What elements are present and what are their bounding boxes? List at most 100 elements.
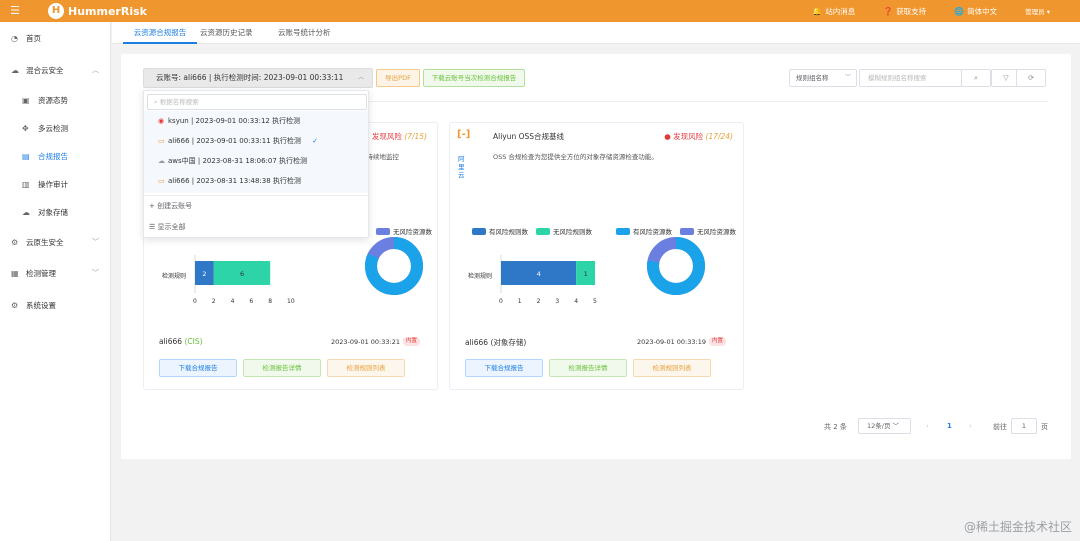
dropdown-option-selected[interactable]: ▭ ali666 | 2023-09-01 00:33:11 执行检测 ✓: [144, 131, 368, 151]
resource-donut-chart: [647, 237, 705, 295]
filter-icon: ▽: [1003, 74, 1009, 82]
tab-bar: 云资源合规报告 云资源历史记录 云账号统计分析: [112, 22, 1080, 44]
help-icon: ❓: [883, 6, 894, 16]
bar-safe-value: 6: [240, 270, 244, 278]
aliyun-icon: ▭: [158, 177, 165, 185]
bar-axis-label: 检测规则: [162, 272, 186, 280]
tab-history[interactable]: 云资源历史记录: [200, 22, 253, 44]
logo[interactable]: H HummerRisk: [48, 3, 147, 19]
x-tick-label: 0: [499, 298, 503, 305]
card-account: ali666 (对象存储): [465, 338, 527, 347]
risk-status: 发现风险 (7/15): [372, 131, 427, 142]
goto-page-input[interactable]: 1: [1011, 418, 1037, 434]
home-icon: ◔: [11, 33, 18, 43]
sidebar-item-multi-cloud[interactable]: ✥ 多云检测: [0, 118, 111, 138]
resource-donut-chart: [365, 237, 423, 295]
risk-label: 发现风险: [673, 132, 704, 141]
settings-icon: ⚙: [11, 300, 19, 310]
chevron-down-icon: ﹀: [92, 269, 99, 277]
support-link[interactable]: ❓ 获取支持: [883, 6, 926, 17]
account-dropdown: ⌕ 根据名称搜索 ◉ ksyun | 2023-09-01 00:33:12 执行…: [143, 90, 369, 238]
search-icon: ⌕: [974, 74, 978, 82]
sidebar-item-settings[interactable]: ⚙ 系统设置: [0, 295, 111, 315]
page-size-select[interactable]: 12条/页 ﹀: [858, 418, 911, 434]
sidebar-item-cloud-native[interactable]: ⚙ 云原生安全 ﹀: [0, 232, 111, 252]
x-tick-label: 5: [593, 298, 597, 305]
dropdown-option[interactable]: ☁ aws中国 | 2023-08-31 18:06:07 执行检测: [144, 151, 368, 171]
storage-icon: ☁: [22, 207, 30, 217]
next-page-button[interactable]: ›: [969, 422, 972, 430]
download-compliance-button[interactable]: 下载合规报告: [159, 359, 237, 377]
messages-link[interactable]: 🔔 站内消息: [812, 6, 855, 17]
sidebar-item-compliance-report[interactable]: ▤ 合规报告: [0, 146, 111, 166]
rule-list-button[interactable]: 检测规则列表: [633, 359, 711, 377]
card-account: ali666 (CIS): [159, 337, 203, 346]
x-tick-label: 1: [518, 298, 522, 305]
page-number[interactable]: 1: [947, 422, 952, 430]
download-compliance-button[interactable]: 下载合规报告: [465, 359, 543, 377]
rules-bar-chart: 检测规则 2 6 0 2 4 6 8 10: [162, 255, 295, 305]
create-account-link[interactable]: + 创建云账号: [149, 201, 192, 211]
report-card: [-] 阿里云 Aliyun OSS合规基线 ● 发现风险 (17/24) OS…: [449, 122, 744, 390]
x-tick-label: 3: [555, 298, 559, 305]
report-detail-button[interactable]: 检测报告详情: [549, 359, 627, 377]
chevron-down-icon: ﹀: [92, 238, 99, 246]
dropdown-search-input[interactable]: ⌕ 根据名称搜索: [147, 94, 367, 110]
aliyun-icon: ▭: [158, 137, 165, 145]
scan-icon: ✥: [22, 123, 29, 133]
refresh-icon: ⟳: [1028, 74, 1034, 82]
builtin-badge: 内置: [708, 337, 726, 346]
sidebar-item-detect-manage[interactable]: ▦ 检测管理 ﹀: [0, 263, 111, 283]
card-time: 2023-09-01 00:33:19 内置: [637, 337, 726, 346]
manage-icon: ▦: [11, 268, 19, 278]
dropdown-option[interactable]: ◉ ksyun | 2023-09-01 00:33:12 执行检测: [144, 111, 368, 131]
monitor-icon: ▣: [22, 95, 30, 105]
x-tick-label: 10: [287, 298, 295, 305]
risk-count: (17/24): [705, 132, 733, 141]
risk-label: 发现风险: [371, 132, 402, 141]
alert-icon: ●: [664, 132, 671, 141]
top-bar: ☰ H HummerRisk 🔔 站内消息 ❓ 获取支持 🌐 简体中文 管理员 ▾: [0, 0, 1080, 22]
chevron-down-icon: ﹀: [844, 74, 851, 81]
search-button[interactable]: ⌕: [961, 69, 991, 87]
search-input[interactable]: 模糊规则组名称搜索: [859, 69, 962, 87]
prev-page-button[interactable]: ‹: [926, 422, 929, 430]
chevron-up-icon: ︿: [92, 66, 99, 74]
plus-icon: +: [149, 202, 155, 210]
sidebar-item-audit[interactable]: ▥ 操作审计: [0, 174, 111, 194]
rule-list-button[interactable]: 检测规则列表: [327, 359, 405, 377]
tab-compliance-report[interactable]: 云资源合规报告: [123, 22, 197, 44]
sidebar-item-resource[interactable]: ▣ 资源态势: [0, 90, 111, 110]
download-report-button[interactable]: 下载云账号当次检测合规报告: [423, 69, 525, 87]
bar-legend-safe: 无风险规则数: [536, 226, 592, 236]
provider-label: 阿里云: [458, 155, 465, 179]
bar-risk-value: 2: [202, 270, 206, 278]
legend-swatch: [536, 227, 550, 235]
legend-swatch: [616, 227, 630, 235]
account-select[interactable]: 云账号: ali666 | 执行检测时间: 2023-09-01 00:33:1…: [143, 68, 373, 88]
check-icon: ✓: [312, 137, 318, 145]
sidebar-item-home[interactable]: ◔ 首页: [0, 28, 111, 48]
report-detail-button[interactable]: 检测报告详情: [243, 359, 321, 377]
dropdown-option[interactable]: ▭ ali666 | 2023-08-31 13:48:38 执行检测: [144, 171, 368, 191]
sidebar-item-storage[interactable]: ☁ 对象存储: [0, 202, 111, 222]
export-pdf-button[interactable]: 导出PDF: [376, 69, 420, 87]
show-all-link[interactable]: ☰ 显示全部: [149, 222, 186, 232]
globe-icon: 🌐: [954, 6, 965, 16]
chevron-down-icon: ﹀: [892, 422, 900, 430]
list-icon: ☰: [149, 223, 156, 231]
chevron-up-icon: ︿: [357, 74, 364, 81]
tab-statistics[interactable]: 云账号统计分析: [278, 22, 331, 44]
hamburger-icon[interactable]: ☰: [0, 0, 30, 22]
refresh-button[interactable]: ⟳: [1016, 69, 1046, 87]
sidebar-item-hybrid-cloud[interactable]: ☁ 混合云安全 ︿: [0, 60, 111, 80]
language-select[interactable]: 🌐 简体中文: [954, 6, 997, 17]
x-tick-label: 2: [537, 298, 541, 305]
user-menu[interactable]: 管理员 ▾: [1025, 6, 1050, 16]
filter-field-select[interactable]: 规则组名称 ﹀: [789, 69, 857, 87]
x-tick-label: 8: [268, 298, 272, 305]
builtin-badge: 内置: [402, 337, 420, 346]
legend-swatch: [376, 227, 390, 235]
pagination-total: 共 2 条: [824, 423, 847, 431]
logo-icon: H: [48, 3, 64, 19]
